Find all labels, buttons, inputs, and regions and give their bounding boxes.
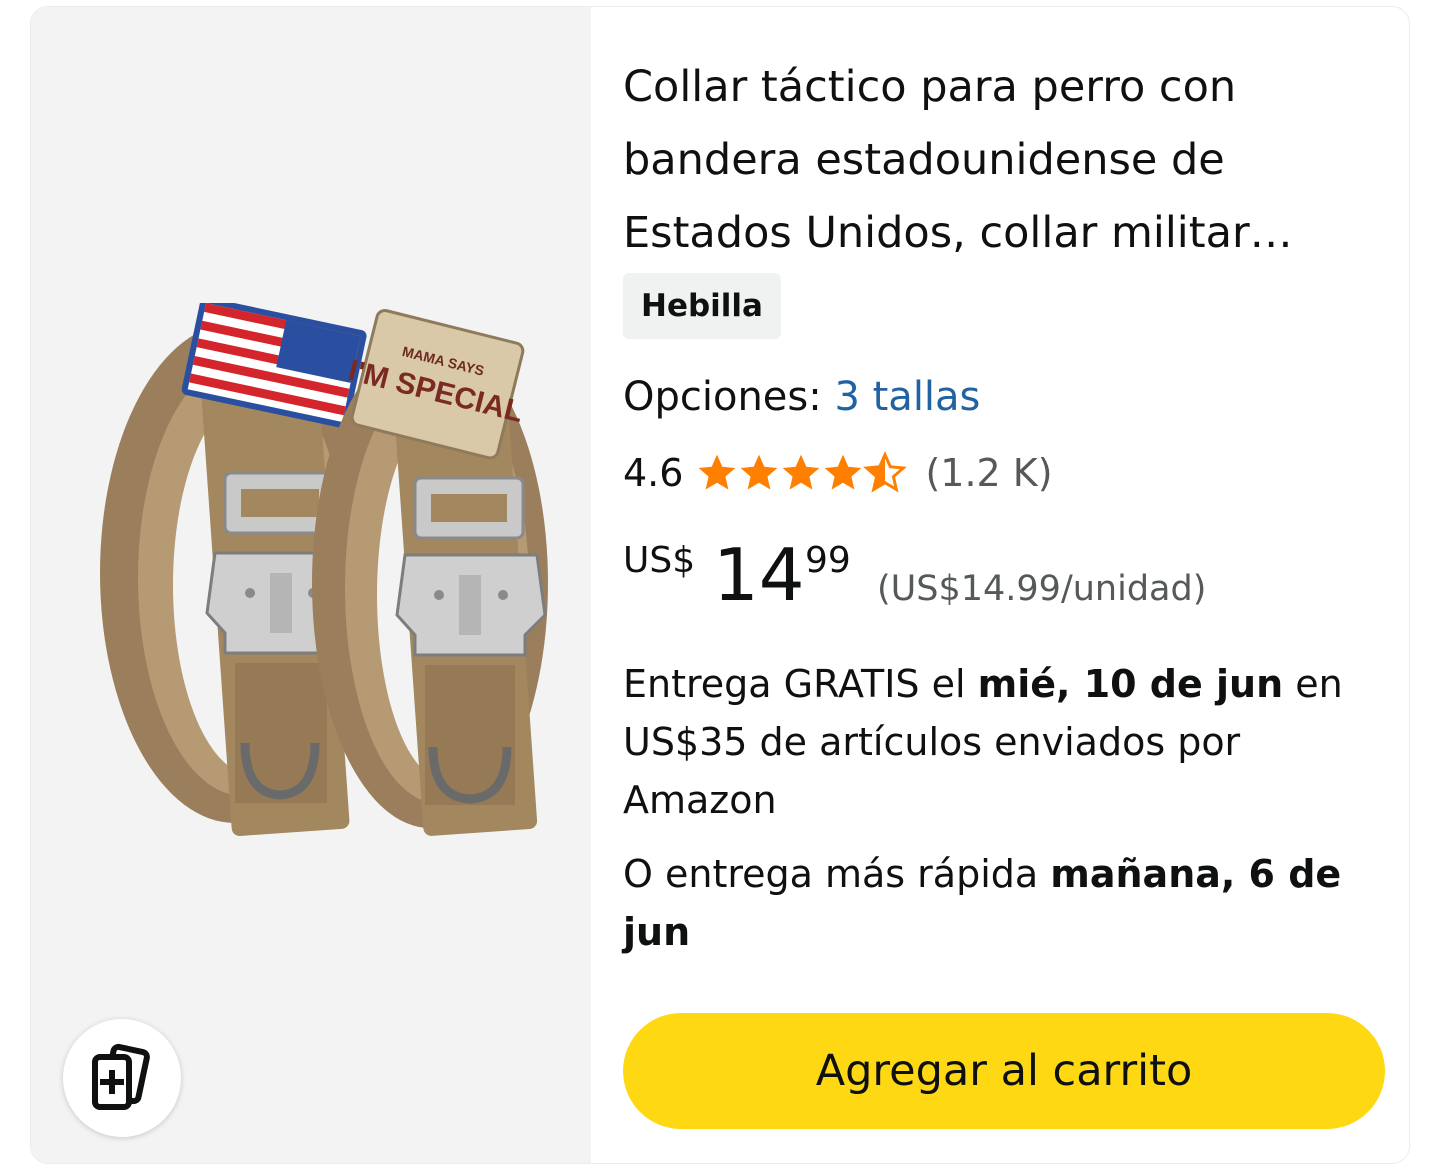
product-card[interactable]: MAMA SAYS I'M SPECIAL Collar táctico par… xyxy=(30,6,1410,1164)
star-rating xyxy=(695,451,908,495)
faster-delivery-info: O entrega más rápida mañana, 6 de jun xyxy=(623,845,1383,961)
price-whole: 14 xyxy=(713,533,805,617)
price-currency: US$ xyxy=(623,540,696,581)
delivery-date: mié, 10 de jun xyxy=(977,662,1284,706)
price: US$ 14 99 (US$14.99/unidad) xyxy=(623,535,1383,615)
star-icon xyxy=(783,454,820,490)
rating-row[interactable]: 4.6 (1.2 K) xyxy=(623,445,1053,501)
product-image-panel[interactable]: MAMA SAYS I'M SPECIAL xyxy=(31,7,591,1163)
review-count[interactable]: (1.2 K) xyxy=(925,445,1052,501)
price-fraction: 99 xyxy=(805,540,851,581)
buckle-right xyxy=(395,476,547,657)
rating-value: 4.6 xyxy=(623,451,684,495)
delivery-prefix: Entrega GRATIS el xyxy=(623,662,978,706)
variant-chip: Hebilla xyxy=(623,273,781,339)
star-icon xyxy=(741,454,778,490)
unit-price: (US$14.99/unidad) xyxy=(877,569,1207,609)
add-to-compare-icon xyxy=(92,1043,150,1110)
options-row: Opciones: 3 tallas xyxy=(623,369,980,425)
star-icon xyxy=(699,454,736,490)
star-icon xyxy=(825,454,862,490)
delivery-info: Entrega GRATIS el mié, 10 de jun en US$3… xyxy=(623,655,1383,829)
collar-right: MAMA SAYS I'M SPECIAL xyxy=(312,309,548,836)
add-to-compare-button[interactable] xyxy=(63,1019,181,1137)
product-image[interactable]: MAMA SAYS I'M SPECIAL xyxy=(75,303,575,863)
options-link[interactable]: 3 tallas xyxy=(834,374,980,420)
half-star-icon xyxy=(863,451,908,493)
faster-prefix: O entrega más rápida xyxy=(623,852,1051,896)
options-label: Opciones: xyxy=(623,374,822,420)
add-to-cart-button[interactable]: Agregar al carrito xyxy=(623,1013,1385,1129)
product-title[interactable]: Collar táctico para perro con bandera es… xyxy=(623,51,1363,270)
